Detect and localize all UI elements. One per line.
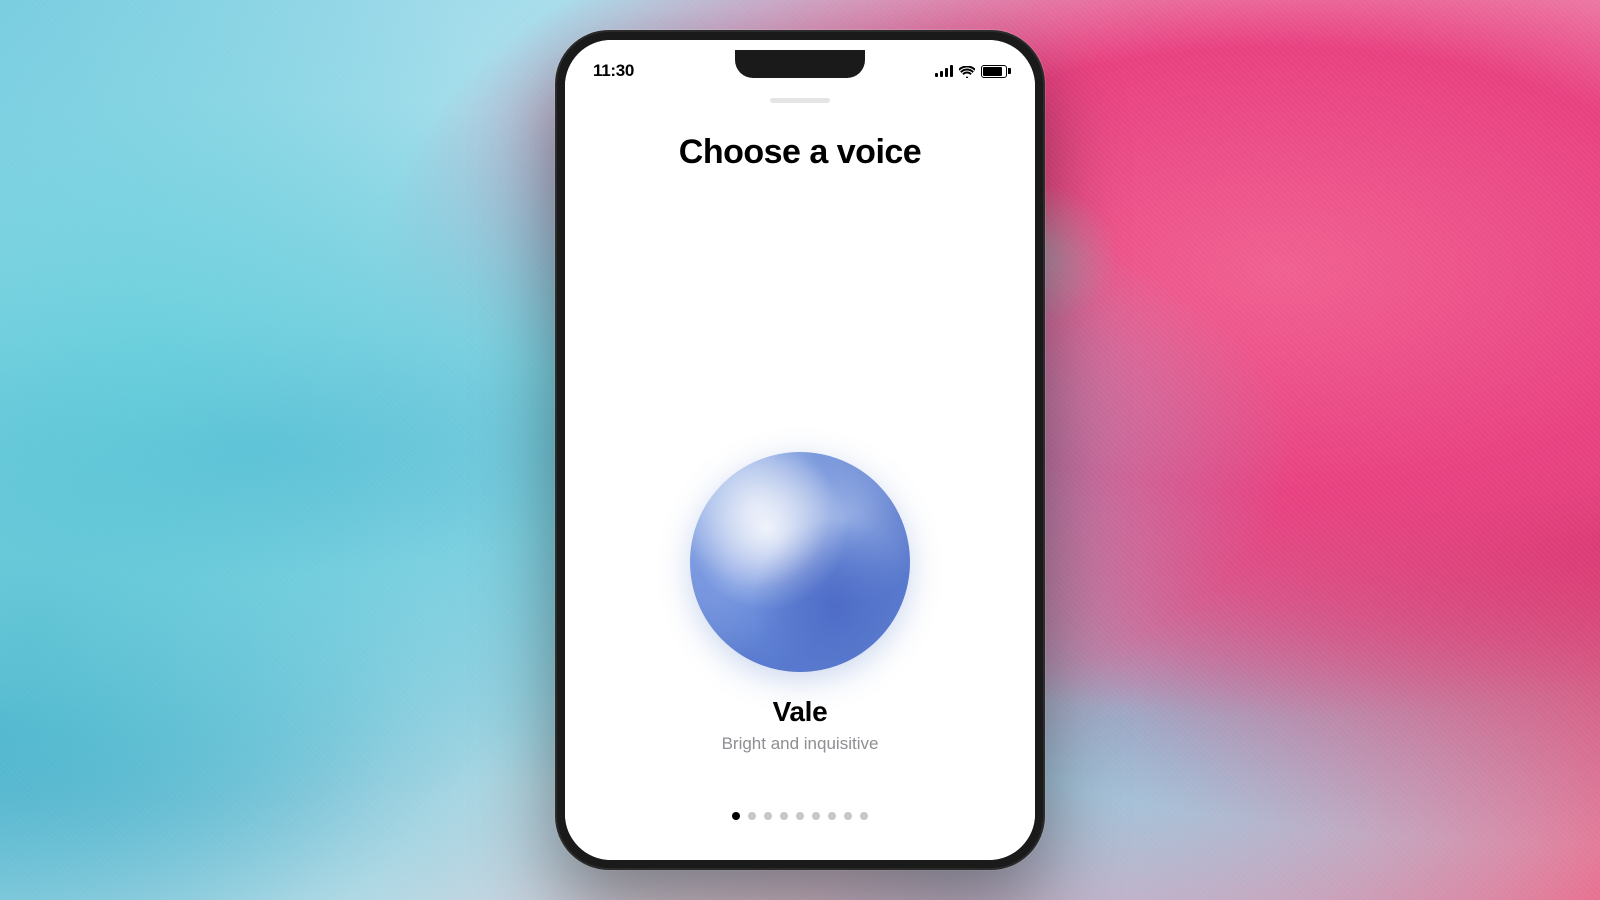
battery-fill [983, 67, 1002, 76]
status-time: 11:30 [593, 61, 634, 81]
signal-bar-3 [945, 68, 948, 77]
dot-7[interactable] [828, 812, 836, 820]
voice-name: Vale [773, 696, 828, 728]
signal-bar-2 [940, 71, 943, 77]
screen-content: Choose a voice Vale Bright and inquisiti… [565, 103, 1035, 860]
signal-icon [935, 65, 953, 77]
status-icons [935, 65, 1007, 78]
voice-avatar[interactable] [690, 452, 910, 672]
dot-2[interactable] [748, 812, 756, 820]
pagination-dots[interactable] [732, 812, 868, 830]
dot-3[interactable] [764, 812, 772, 820]
dot-9[interactable] [860, 812, 868, 820]
voice-description: Bright and inquisitive [722, 734, 879, 754]
voice-avatar-container[interactable]: Vale Bright and inquisitive [690, 452, 910, 754]
signal-bar-4 [950, 65, 953, 77]
signal-bar-1 [935, 73, 938, 77]
dot-6[interactable] [812, 812, 820, 820]
phone-frame: 11:30 [555, 30, 1045, 870]
wifi-icon [959, 65, 975, 77]
phone-screen: 11:30 [565, 40, 1035, 860]
dot-1[interactable] [732, 812, 740, 820]
phone-body: 11:30 [555, 30, 1045, 870]
dot-8[interactable] [844, 812, 852, 820]
phone-notch [735, 50, 865, 78]
battery-icon [981, 65, 1007, 78]
dot-5[interactable] [796, 812, 804, 820]
dot-4[interactable] [780, 812, 788, 820]
page-title: Choose a voice [679, 133, 921, 172]
